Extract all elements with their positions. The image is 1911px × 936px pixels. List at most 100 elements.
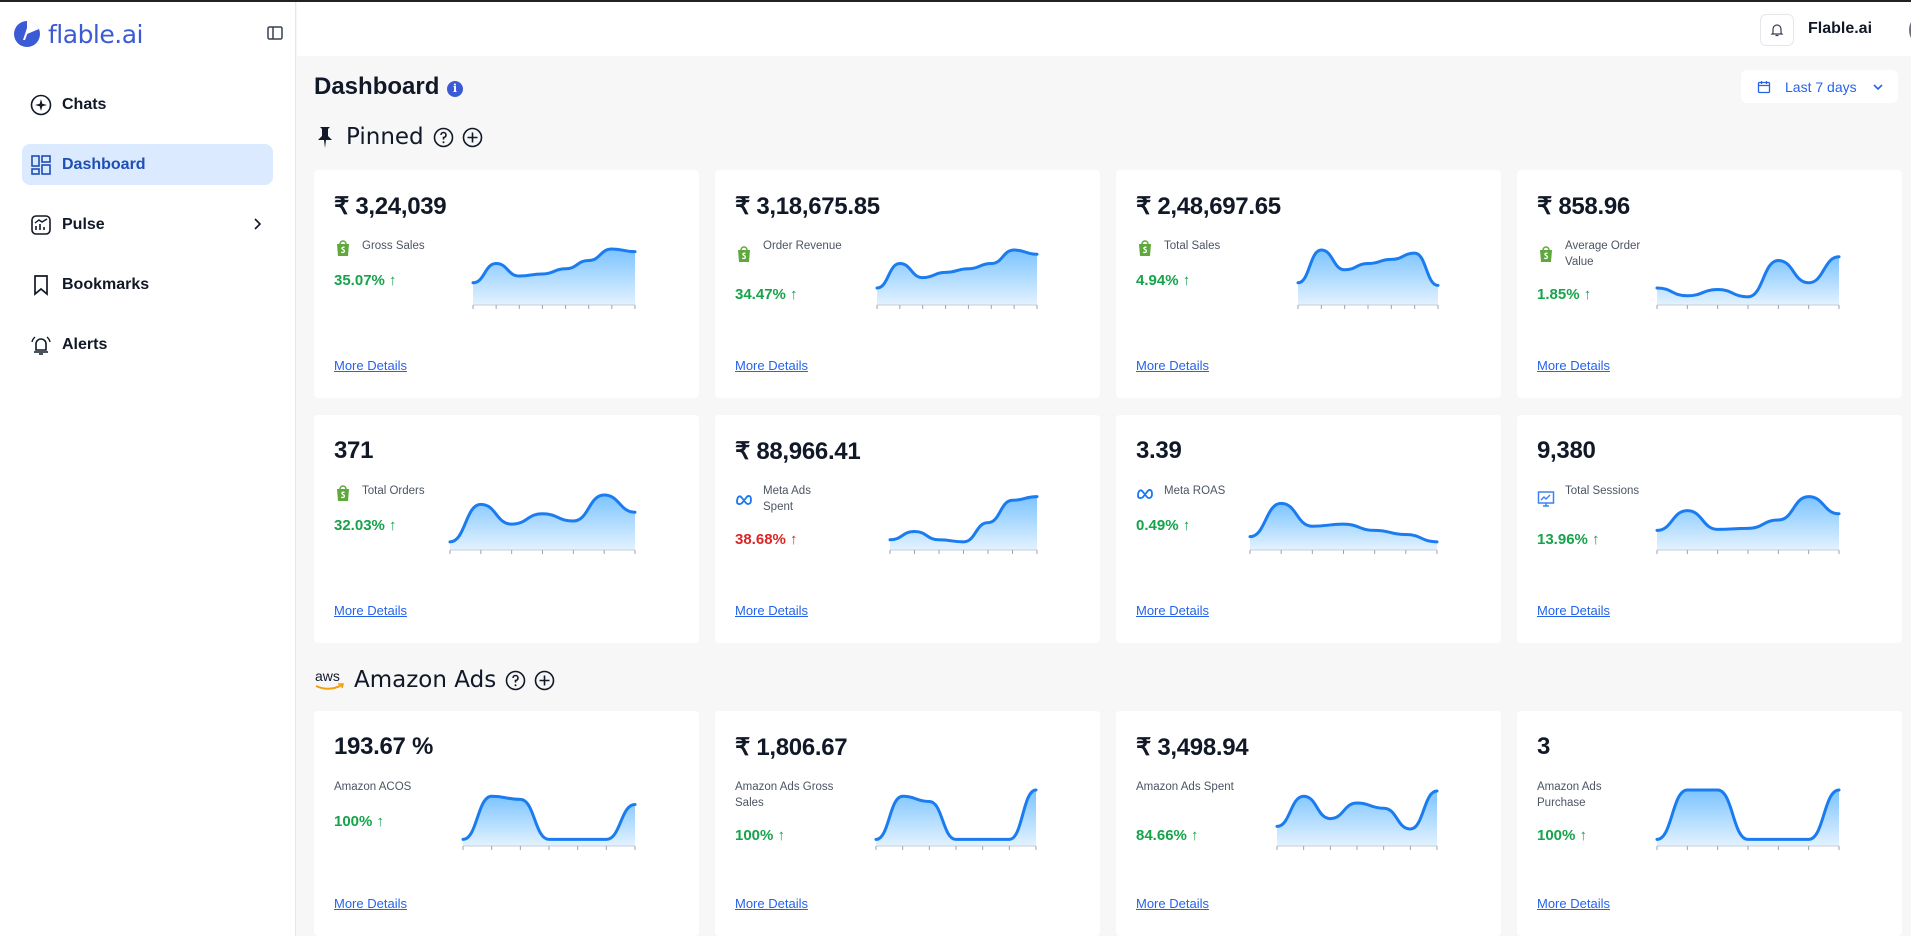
sidebar-item-bookmarks[interactable]: Bookmarks bbox=[22, 264, 273, 305]
sparkline-area bbox=[1657, 496, 1839, 550]
section-title: Pinned bbox=[346, 124, 424, 150]
kpi-card[interactable]: ₹ 1,806.67 Amazon Ads Gross Sales 100% ↑ Mo… bbox=[715, 711, 1100, 936]
kpi-label: Order Revenue bbox=[763, 240, 842, 252]
more-details-link[interactable]: More Details bbox=[1136, 896, 1209, 911]
kpi-change: 38.68% ↑ bbox=[735, 531, 798, 548]
section-amazon-ads-header: aws Amazon Ads bbox=[314, 667, 563, 693]
kpi-label: Total Sessions bbox=[1565, 485, 1640, 497]
sparkline-chart bbox=[461, 794, 637, 850]
more-details-link[interactable]: More Details bbox=[1537, 358, 1610, 373]
meta-icon bbox=[1136, 484, 1154, 502]
more-details-link[interactable]: More Details bbox=[735, 603, 808, 618]
pin-icon bbox=[318, 127, 332, 148]
notifications-button[interactable] bbox=[1760, 14, 1794, 46]
kpi-change: 1.85% ↑ bbox=[1537, 286, 1592, 303]
kpi-card[interactable]: 193.67 % Amazon ACOS 100% ↑ More Details bbox=[314, 711, 699, 936]
kpi-label: Average Order Value bbox=[1565, 240, 1641, 268]
app-logo[interactable]: flable.ai bbox=[12, 18, 143, 50]
sidebar-item-label: Bookmarks bbox=[62, 275, 150, 293]
more-details-link[interactable]: More Details bbox=[1537, 896, 1610, 911]
shopify-icon bbox=[1537, 245, 1555, 263]
sidebar-item-dashboard[interactable]: Dashboard bbox=[22, 144, 273, 185]
add-widget-icon[interactable] bbox=[462, 127, 483, 148]
kpi-change: 4.94% ↑ bbox=[1136, 272, 1191, 289]
help-icon[interactable] bbox=[505, 670, 526, 691]
more-details-link[interactable]: More Details bbox=[735, 358, 808, 373]
sparkline-chart bbox=[471, 247, 637, 309]
more-details-link[interactable]: More Details bbox=[735, 896, 808, 911]
calendar-icon bbox=[1757, 80, 1771, 93]
help-icon[interactable] bbox=[433, 127, 454, 148]
kpi-change: 13.96% ↑ bbox=[1537, 531, 1600, 548]
sidebar-item-label: Pulse bbox=[62, 215, 105, 233]
sidebar-item-pulse[interactable]: Pulse bbox=[22, 204, 273, 245]
section-title: Amazon Ads bbox=[354, 667, 497, 693]
kpi-value: ₹ 858.96 bbox=[1537, 193, 1630, 220]
sparkline-area bbox=[1277, 791, 1437, 846]
kpi-value: 371 bbox=[334, 437, 374, 464]
kpi-label: Amazon ACOS bbox=[334, 781, 412, 793]
kpi-card[interactable]: ₹ 858.96 Average Order Value 1.85% ↑ More D… bbox=[1517, 170, 1902, 398]
chevron-down-icon bbox=[1873, 83, 1883, 90]
more-details-link[interactable]: More Details bbox=[1537, 603, 1610, 618]
kpi-change: 100% ↑ bbox=[735, 827, 786, 844]
add-widget-icon[interactable] bbox=[534, 670, 555, 691]
more-details-link[interactable]: More Details bbox=[1136, 603, 1209, 618]
kpi-value: 3 bbox=[1537, 733, 1551, 760]
sparkline-chart bbox=[1296, 248, 1440, 309]
kpi-card[interactable]: 3.39 Meta ROAS 0.49% ↑ More Details bbox=[1116, 415, 1501, 643]
kpi-label: Meta ROAS bbox=[1164, 485, 1226, 497]
kpi-card[interactable]: 9,380 Total Sessions 13.96% ↑ More Details bbox=[1517, 415, 1902, 643]
kpi-card[interactable]: ₹ 88,966.41 Meta Ads Spent 38.68% ↑ More De… bbox=[715, 415, 1100, 643]
sparkline-area bbox=[450, 495, 635, 550]
kpi-value: 9,380 bbox=[1537, 437, 1596, 464]
kpi-change: 34.47% ↑ bbox=[735, 286, 798, 303]
kpi-card[interactable]: ₹ 3,24,039 Gross Sales 35.07% ↑ More Detail… bbox=[314, 170, 699, 398]
kpi-card[interactable]: 3 Amazon Ads Purchase 100% ↑ More Details bbox=[1517, 711, 1902, 936]
sparkline-chart bbox=[1248, 501, 1439, 554]
sparkline-chart bbox=[888, 495, 1039, 554]
info-icon[interactable]: i bbox=[447, 81, 463, 97]
top-header: Flable.ai bbox=[297, 2, 1911, 56]
kpi-value: 3.39 bbox=[1136, 437, 1182, 464]
user-name[interactable]: Flable.ai bbox=[1808, 20, 1872, 38]
meta-icon bbox=[735, 490, 753, 508]
kpi-label: Gross Sales bbox=[362, 240, 425, 252]
dashboard-grid-icon bbox=[30, 154, 52, 176]
sparkline-chart bbox=[1655, 495, 1841, 554]
kpi-change: 35.07% ↑ bbox=[334, 272, 397, 289]
sparkline-area bbox=[1250, 503, 1437, 550]
analytics-monitor-icon bbox=[1537, 490, 1555, 508]
kpi-value: ₹ 2,48,697.65 bbox=[1136, 193, 1281, 220]
kpi-card[interactable]: 371 Total Orders 32.03% ↑ More Details bbox=[314, 415, 699, 643]
kpi-value: ₹ 3,24,039 bbox=[334, 193, 447, 220]
more-details-link[interactable]: More Details bbox=[334, 603, 407, 618]
logo-text: flable.ai bbox=[48, 19, 143, 49]
svg-text:aws: aws bbox=[315, 668, 340, 684]
kpi-card[interactable]: ₹ 3,498.94 Amazon Ads Spent 84.66% ↑ More D… bbox=[1116, 711, 1501, 936]
alarm-bell-icon bbox=[30, 334, 52, 356]
kpi-card[interactable]: ₹ 2,48,697.65 Total Sales 4.94% ↑ More Deta… bbox=[1116, 170, 1501, 398]
shopify-icon bbox=[735, 245, 753, 263]
kpi-change: 84.66% ↑ bbox=[1136, 827, 1199, 844]
kpi-card[interactable]: ₹ 3,18,675.85 Order Revenue 34.47% ↑ More D… bbox=[715, 170, 1100, 398]
sidebar-item-label: Chats bbox=[62, 95, 107, 113]
kpi-change: 0.49% ↑ bbox=[1136, 517, 1191, 534]
kpi-value: ₹ 3,498.94 bbox=[1136, 734, 1249, 761]
kpi-label: Meta Ads Spent bbox=[763, 485, 811, 513]
sidebar-item-chats[interactable]: Chats bbox=[22, 84, 273, 125]
sparkline-area bbox=[1298, 250, 1438, 305]
pulse-chart-icon bbox=[30, 214, 52, 236]
sparkle-icon bbox=[30, 94, 52, 116]
more-details-link[interactable]: More Details bbox=[334, 896, 407, 911]
date-range-dropdown[interactable]: Last 7 days bbox=[1741, 70, 1898, 103]
more-details-link[interactable]: More Details bbox=[334, 358, 407, 373]
kpi-value: ₹ 1,806.67 bbox=[735, 734, 848, 761]
more-details-link[interactable]: More Details bbox=[1136, 358, 1209, 373]
sidebar-item-label: Alerts bbox=[62, 335, 108, 353]
sidebar-item-alerts[interactable]: Alerts bbox=[22, 324, 273, 365]
kpi-change: 32.03% ↑ bbox=[334, 517, 397, 534]
sidebar-collapse-icon[interactable] bbox=[266, 24, 284, 42]
flable-logo-icon bbox=[14, 21, 40, 47]
shopify-icon bbox=[334, 484, 352, 502]
